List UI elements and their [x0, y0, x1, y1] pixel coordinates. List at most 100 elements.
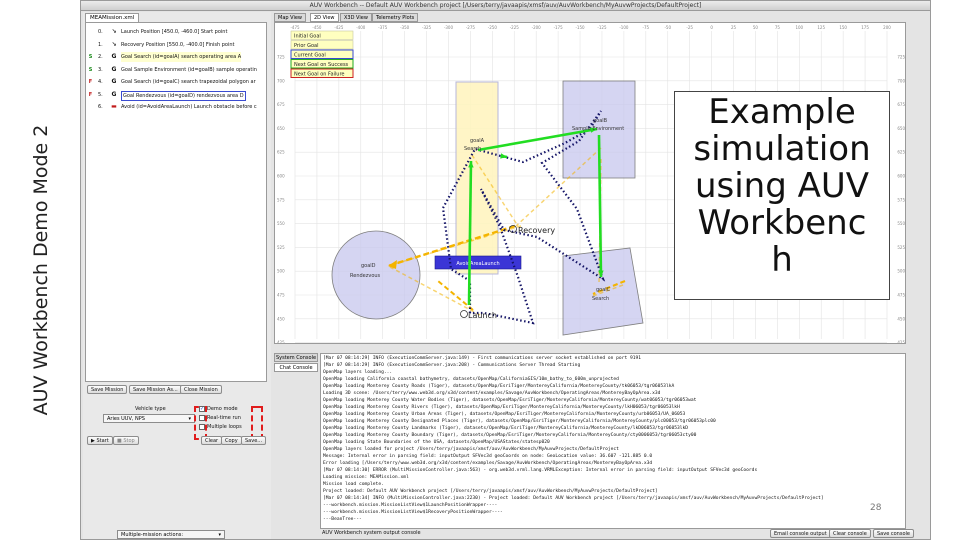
mission-item[interactable]: 0. ↘ Launch Position [450.0, -460.0] Start… — [86, 27, 266, 37]
console-tabs: System Console Chat Console — [274, 353, 318, 373]
x-tick-label: -375 — [378, 25, 388, 30]
mission-item-icon: ↘ — [111, 40, 117, 48]
vehicle-type-label: Vehicle type — [135, 406, 166, 412]
mission-item-label: Goal Search (id=goalC) search trapezoida… — [121, 79, 256, 85]
console-line: [Mar 07 08:14:29] INFO (ExecutionCommSer… — [323, 356, 642, 361]
save-console-button[interactable]: Save console — [873, 529, 914, 538]
item-number: 6. — [98, 104, 103, 110]
caption-line: using AUV — [694, 166, 870, 206]
console-output[interactable]: [Mar 07 08:14:29] INFO (ExecutionCommSer… — [320, 353, 906, 529]
side-caption: AUV Workbench Demo Mode 2 — [4, 0, 74, 540]
caption-line: Example — [708, 92, 856, 132]
mission-file-tab[interactable]: MEAMission.xml — [85, 13, 140, 22]
stop-button[interactable]: ■ Stop — [113, 436, 139, 445]
email-console-button[interactable]: Email console output — [770, 529, 831, 538]
x-tick-label: -350 — [400, 25, 410, 30]
slide: AUV Workbench Demo Mode 2 AUV Workbench … — [0, 0, 960, 540]
goal-a-label: goalA — [470, 138, 485, 144]
failure-track-active — [437, 280, 474, 311]
multiple-loops-checkbox[interactable] — [199, 424, 205, 430]
copy-button[interactable]: Copy — [221, 436, 242, 445]
save-as-button[interactable]: Save... — [241, 436, 267, 445]
mission-item[interactable]: F 5. G Goal Rendezvous (id=goalD) rendezvou… — [86, 90, 266, 101]
mission-item[interactable]: S 3. G Goal Sample Environment (id=goalB) s… — [86, 65, 266, 75]
status-marker: S — [88, 54, 93, 60]
y-tick-label: 700 — [897, 78, 905, 83]
clear-button[interactable]: Clear — [201, 436, 223, 445]
tab-2d-view[interactable]: 2D View — [310, 13, 339, 22]
y-tick-label: 625 — [277, 150, 285, 155]
legend-label: Next Goal on Failure — [294, 71, 344, 77]
toolbar-close-button[interactable]: x — [930, 12, 931, 38]
mission-item-icon: ▬ — [111, 103, 117, 110]
demo-mode-label: Demo mode — [207, 406, 238, 412]
side-caption-text: AUV Workbench Demo Mode 2 — [30, 124, 52, 416]
tool-label: Logs — [930, 341, 931, 347]
mission-item[interactable]: 6. ▬ Avoid (id=AvoidAreaLaunch) Launch obs… — [86, 102, 266, 112]
toolbar-about-button[interactable]: ?About — [930, 24, 931, 50]
tab-map-view[interactable]: Map View — [274, 13, 307, 22]
start-button[interactable]: ▶ Start — [87, 436, 113, 445]
caption-line: simulation — [693, 129, 871, 169]
status-marker: F — [88, 91, 93, 98]
toolbar-chat-button[interactable]: ☺Chat — [930, 244, 931, 270]
real-time-run-checkbox[interactable] — [199, 415, 205, 421]
goal-c-label: goalC — [596, 287, 611, 293]
tab-telemetry-plots[interactable]: Telemetry Plots — [372, 13, 419, 22]
mission-item-label: Avoid (id=AvoidAreaLaunch) Launch obstac… — [121, 104, 257, 110]
window-title: AUV Workbench -- Default AUV Workbench p… — [309, 2, 702, 9]
tool-label: X3D — [930, 203, 931, 209]
toolbar-openm-button[interactable]: ◆OpenM... — [930, 299, 931, 325]
toolbar-x3d-button[interactable]: ◉X3D — [930, 189, 931, 215]
toolbar-snap-button[interactable]: ▣Snap — [930, 52, 931, 78]
toolbar-web-button[interactable]: ●Web — [930, 107, 931, 133]
toolbar-xml-button[interactable]: ◎XML — [930, 217, 931, 243]
caption-line: Workbenc — [697, 203, 867, 243]
goal-d-label: goalD — [361, 263, 376, 269]
mission-item[interactable]: F 4. G Goal Search (id=goalC) search trapez… — [86, 77, 266, 87]
x-tick-label: -475 — [290, 25, 300, 30]
toolbar-ads-button[interactable]: ▲ADS — [930, 272, 931, 298]
avoid-area-label: AvoidAreaLaunch — [456, 261, 499, 267]
y-tick-label: 575 — [277, 197, 285, 202]
close-mission-button[interactable]: Close Mission — [180, 385, 222, 394]
x-tick-label: 25 — [731, 25, 737, 30]
mission-item-icon: G — [111, 78, 117, 85]
toolbar-image-button[interactable]: ▨Image — [930, 79, 931, 105]
console-line: [Mar 07 08:14:29] INFO (ExecutionCommSer… — [323, 363, 581, 368]
chevron-down-icon: ▾ — [188, 416, 191, 422]
toolbar-text-button[interactable]: ✎Text — [930, 134, 931, 160]
vehicle-type-select[interactable]: Aries UUV, NPS ▾ — [103, 414, 195, 423]
recovery-label: Recovery — [518, 226, 555, 235]
x-tick-label: -100 — [619, 25, 629, 30]
console-line: OpenMap loading Monterey County Boundary… — [323, 433, 697, 438]
mission-item[interactable]: 1. ↘ Recovery Position [550.0, -400.0] Fin… — [86, 40, 266, 50]
console-line: [Mar 07 08:14:34] INFO (MultiMissionCont… — [323, 496, 824, 501]
console-line: OpenMap loading Monterey County Water Bo… — [323, 398, 697, 403]
y-tick-label: 475 — [897, 293, 905, 298]
clear-console-button[interactable]: Clear console — [829, 529, 871, 538]
launch-label: Launch — [468, 311, 497, 320]
mission-item[interactable]: S 2. G Goal Search (id=goalA) search operat… — [86, 52, 266, 62]
status-marker: F — [88, 79, 93, 85]
mission-list[interactable]: 0. ↘ Launch Position [450.0, -460.0] Start… — [85, 22, 267, 382]
demo-mode-checkbox[interactable]: ✓ — [199, 406, 205, 412]
y-tick-label: 475 — [277, 293, 285, 298]
toolbar-jedit-button[interactable]: ✦jEdit — [930, 162, 931, 188]
tool-label: ADS — [930, 286, 931, 292]
x-tick-label: -225 — [510, 25, 520, 30]
console-line: Project loaded: Default AUV Workbench pr… — [323, 489, 658, 494]
multiple-mission-actions-select[interactable]: Multiple-mission actions: ▾ — [117, 530, 225, 539]
chat-console-tab[interactable]: Chat Console — [274, 363, 318, 372]
tool-label: Chat — [930, 258, 931, 264]
system-console-tab[interactable]: System Console — [274, 353, 318, 362]
y-tick-label: 525 — [277, 245, 285, 250]
chevron-down-icon: ▾ — [218, 532, 221, 538]
x-tick-label: -275 — [466, 25, 476, 30]
save-mission-as-button[interactable]: Save Mission As... — [129, 385, 182, 394]
goal-area-a — [455, 81, 499, 275]
console-line: OpenMap loading Monterey County Landmark… — [323, 426, 689, 431]
save-mission-button[interactable]: Save Mission — [87, 385, 128, 394]
tab-x3d-view[interactable]: X3D View — [340, 13, 372, 22]
toolbar-logs-button[interactable]: ≡Logs — [930, 327, 931, 353]
